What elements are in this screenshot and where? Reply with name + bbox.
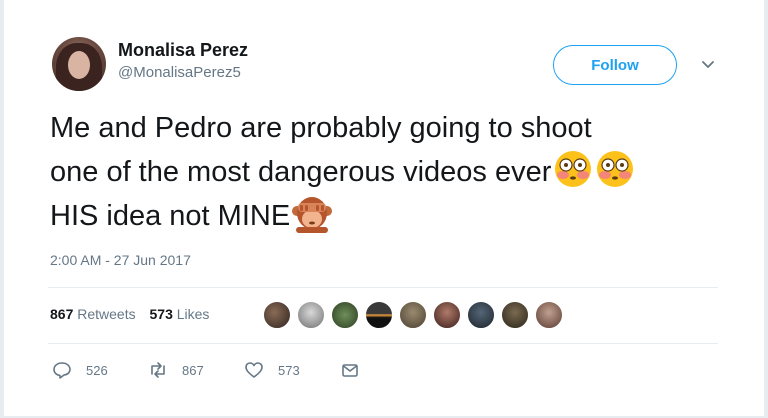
tweet-line-3: HIS idea not MINE <box>50 200 291 232</box>
avatar-face <box>68 51 90 79</box>
divider-bottom <box>48 343 718 344</box>
user-name[interactable]: Monalisa Perez <box>118 40 248 61</box>
flushed-face-emoji <box>597 151 634 187</box>
avatar[interactable] <box>52 37 106 91</box>
heart-icon <box>245 362 263 378</box>
tweet-line-1: Me and Pedro are probably going to shoot <box>50 112 592 144</box>
retweets-stat[interactable]: 867 Retweets <box>50 306 136 322</box>
retweets-label: Retweets <box>77 306 136 322</box>
flushed-face-emoji <box>555 151 592 187</box>
tweet-text: Me and Pedro are probably going to shoot… <box>50 108 730 237</box>
divider-top <box>48 287 718 288</box>
likes-count: 573 <box>149 306 173 322</box>
liker-avatar[interactable] <box>398 300 428 330</box>
liker-avatar[interactable] <box>262 300 292 330</box>
liker-avatar[interactable] <box>432 300 462 330</box>
liker-avatar[interactable] <box>466 300 496 330</box>
chevron-down-icon[interactable] <box>699 56 717 74</box>
direct-message-action[interactable] <box>340 360 374 380</box>
retweet-action[interactable]: 867 <box>148 360 204 380</box>
liker-avatar[interactable] <box>534 300 564 330</box>
liker-avatar[interactable] <box>296 300 326 330</box>
retweet-icon <box>151 362 165 378</box>
tweet-card: Monalisa Perez @MonalisaPerez5 Follow Me… <box>0 0 768 418</box>
retweet-count: 867 <box>182 362 204 378</box>
engagement-stats: 867 Retweets 573 Likes <box>50 306 219 322</box>
reply-icon <box>53 362 71 379</box>
user-handle[interactable]: @MonalisaPerez5 <box>118 64 241 81</box>
reply-count: 526 <box>86 362 108 378</box>
liker-avatar[interactable] <box>330 300 360 330</box>
tweet-timestamp[interactable]: 2:00 AM - 27 Jun 2017 <box>50 252 191 268</box>
likes-label: Likes <box>176 306 210 322</box>
tweet-line-2-wrap: one of the most dangerous videos ever <box>50 149 730 193</box>
retweets-count: 867 <box>50 306 74 322</box>
likes-stat[interactable]: 573 Likes <box>150 306 210 322</box>
like-count: 573 <box>278 362 300 378</box>
tweet-line-3-wrap: HIS idea not MINE <box>50 193 730 237</box>
reply-action[interactable]: 526 <box>52 360 108 380</box>
liker-avatar[interactable] <box>500 300 530 330</box>
like-action[interactable]: 573 <box>244 360 300 380</box>
dm-envelope-icon <box>342 364 358 377</box>
see-no-evil-monkey-emoji <box>292 197 333 233</box>
follow-button[interactable]: Follow <box>553 45 677 85</box>
liker-avatar[interactable] <box>364 300 394 330</box>
tweet-line-2: one of the most dangerous videos ever <box>50 156 552 188</box>
